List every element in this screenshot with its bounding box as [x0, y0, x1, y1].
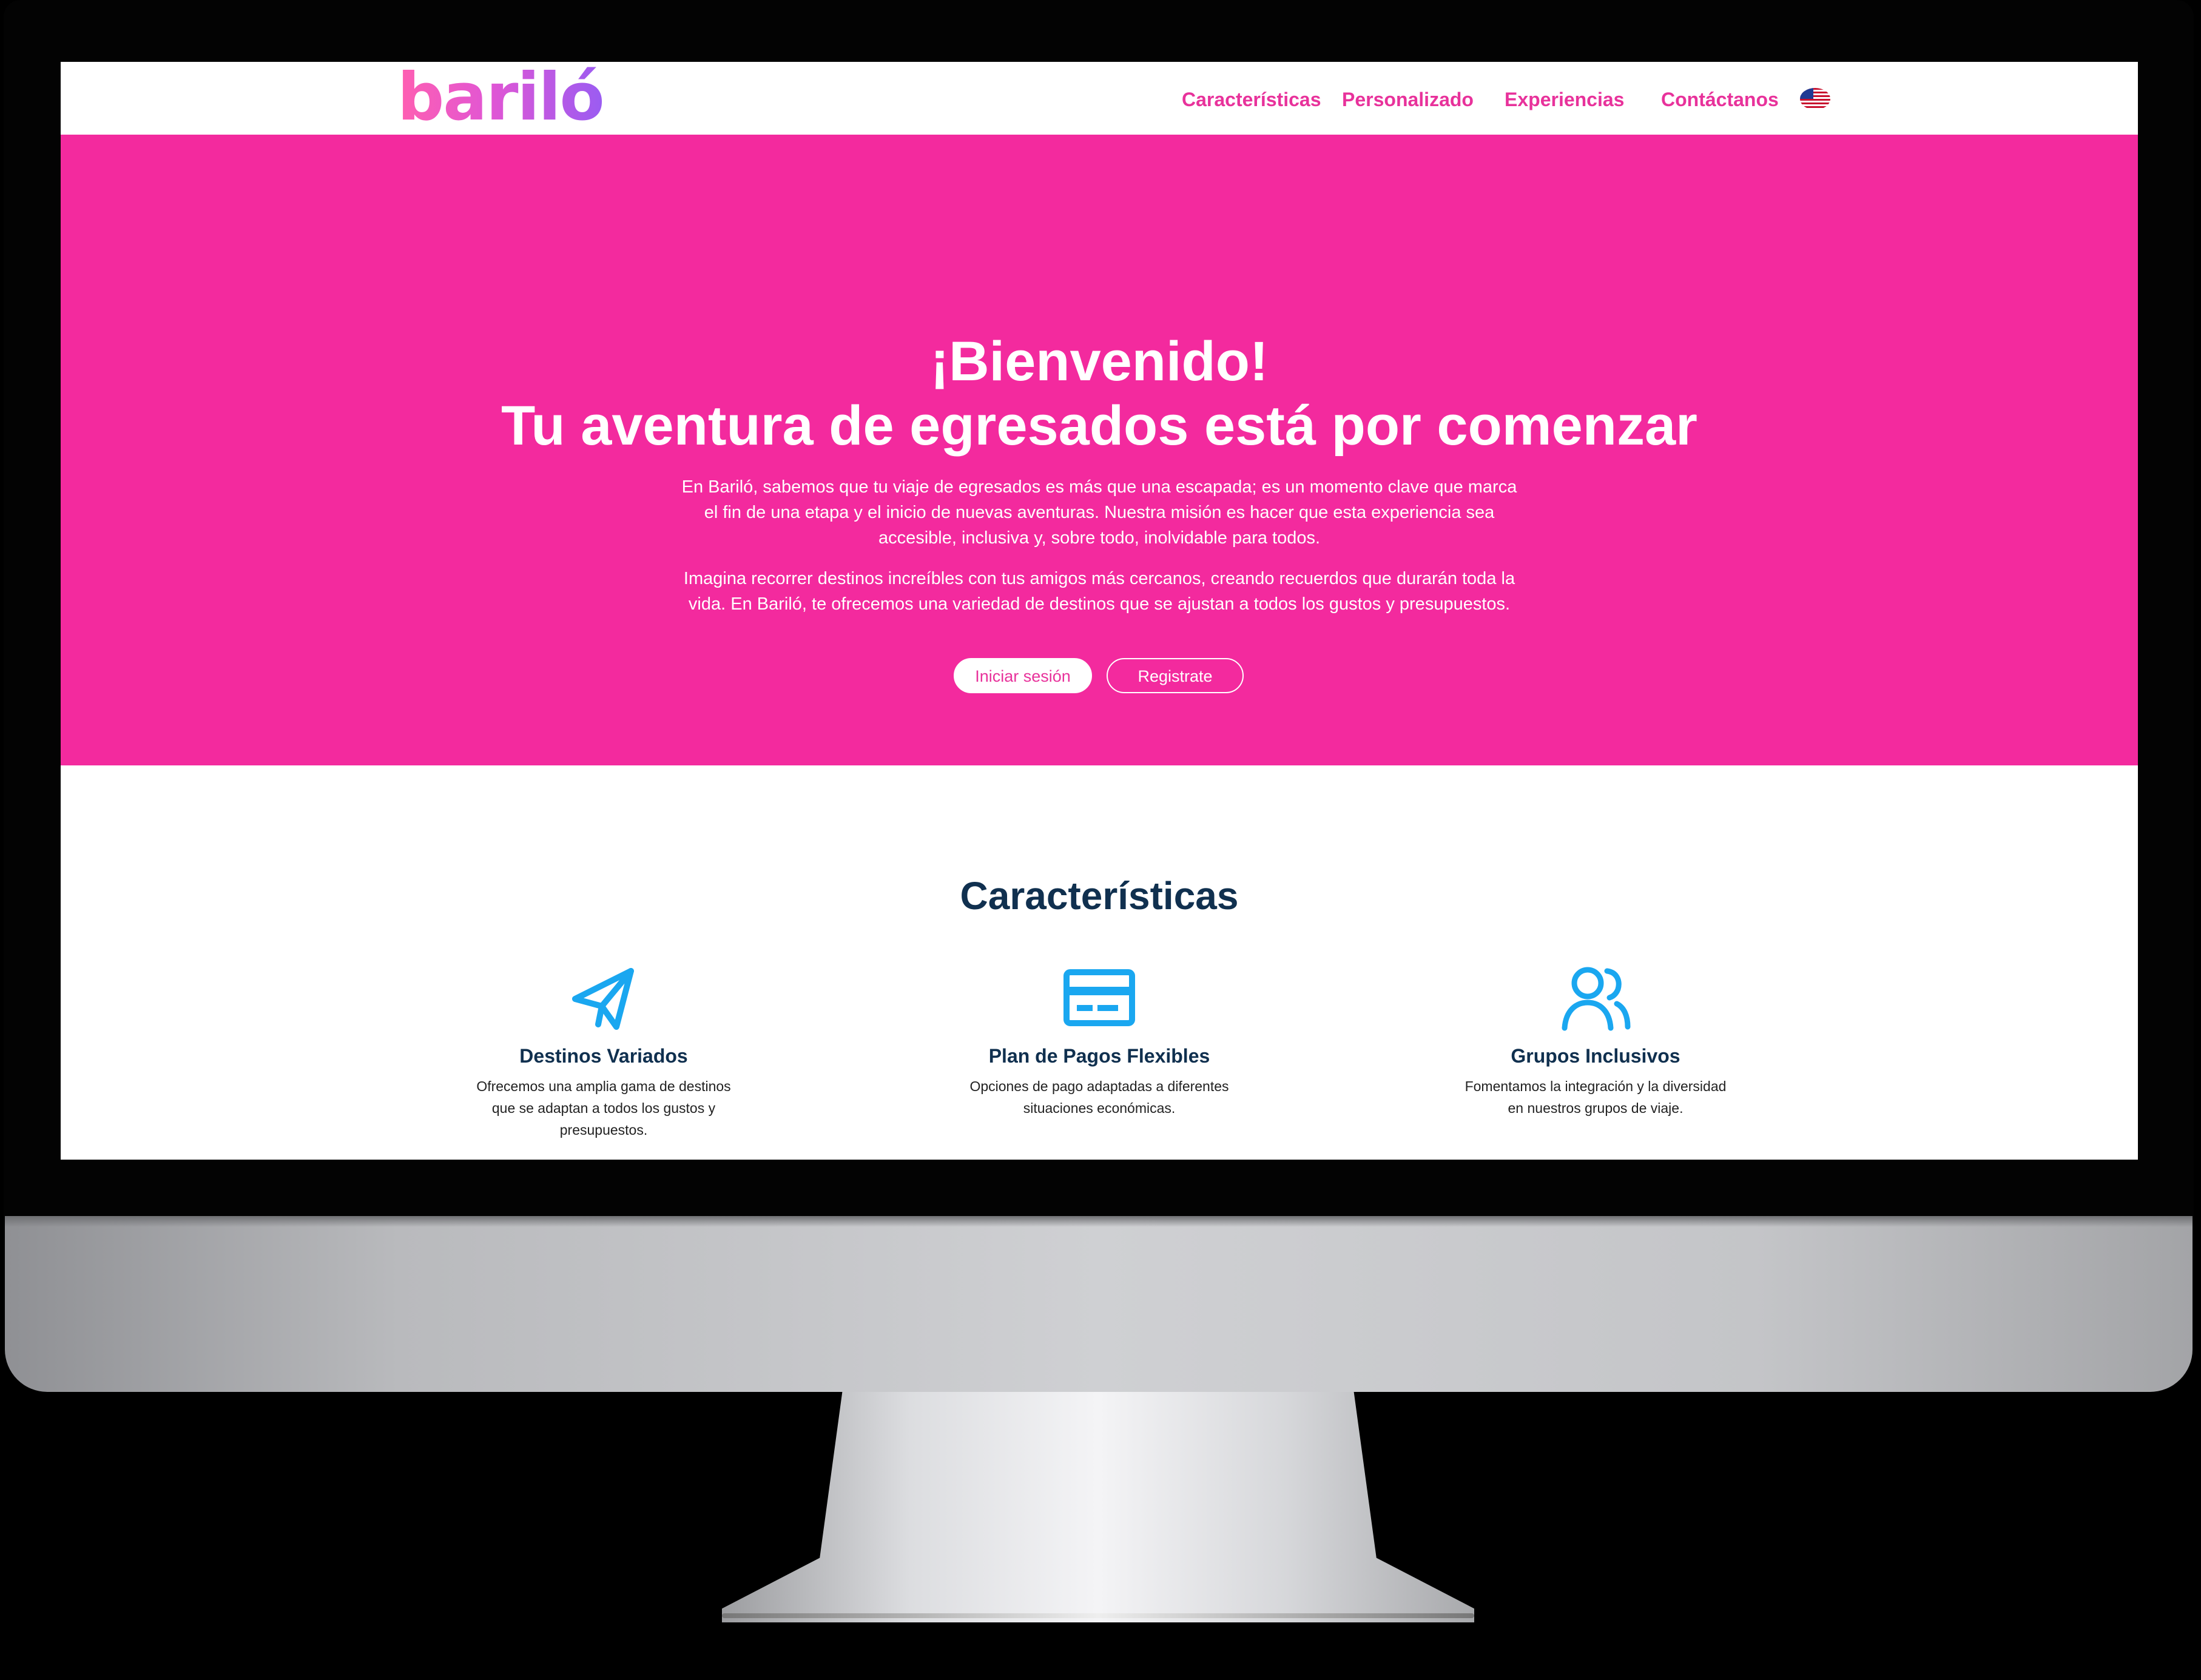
monitor-chin-shadow — [5, 1216, 2193, 1227]
hero-section: ¡Bienvenido! Tu aventura de egresados es… — [61, 135, 2138, 765]
us-flag-icon[interactable] — [1800, 88, 1830, 110]
users-icon — [1562, 967, 1631, 1031]
feature-title: Plan de Pagos Flexibles — [988, 1045, 1210, 1067]
feature-title: Destinos Variados — [519, 1045, 688, 1067]
hero-title-line1: ¡Bienvenido! — [930, 331, 1269, 392]
register-button[interactable]: Registrate — [1107, 658, 1244, 693]
monitor-stand-base — [722, 1613, 1474, 1618]
monitor-stand — [722, 1392, 1474, 1622]
nav-link-personalizado[interactable]: Personalizado — [1342, 86, 1474, 113]
feature-description: Fomentamos la integración y la diversida… — [1465, 1078, 1727, 1116]
feature-description: Ofrecemos una amplia gama de destinos qu… — [476, 1078, 731, 1138]
nav-link-contactanos[interactable]: Contáctanos — [1661, 86, 1779, 113]
nav-link-caracteristicas[interactable]: Características — [1182, 86, 1321, 113]
feature-card: Grupos Inclusivos Fomentamos la integrac… — [1444, 963, 1747, 1119]
hero-title-line2: Tu aventura de egresados está por comenz… — [501, 395, 1697, 457]
login-button[interactable]: Iniciar sesión — [954, 658, 1092, 693]
feature-description: Opciones de pago adaptadas a diferentes … — [969, 1078, 1229, 1116]
monitor-chin — [5, 1216, 2193, 1392]
feature-card: Destinos Variados Ofrecemos una amplia g… — [452, 963, 755, 1141]
feature-card: Plan de Pagos Flexibles Opciones de pago… — [948, 963, 1251, 1119]
feature-title: Grupos Inclusivos — [1511, 1045, 1680, 1067]
navbar: bariló Características Personalizado Exp… — [61, 62, 2138, 135]
credit-card-icon — [1063, 969, 1135, 1026]
features-title: Características — [960, 874, 1239, 918]
brand-logo[interactable]: bariló — [397, 64, 605, 131]
paper-plane-icon — [572, 968, 634, 1030]
hero-paragraph-2: Imagina recorrer destinos increíbles con… — [683, 569, 1515, 614]
website-screen: bariló Características Personalizado Exp… — [61, 62, 2138, 1160]
hero-paragraph-1: En Bariló, sabemos que tu viaje de egres… — [681, 477, 1517, 548]
nav-link-experiencias[interactable]: Experiencias — [1505, 86, 1624, 113]
